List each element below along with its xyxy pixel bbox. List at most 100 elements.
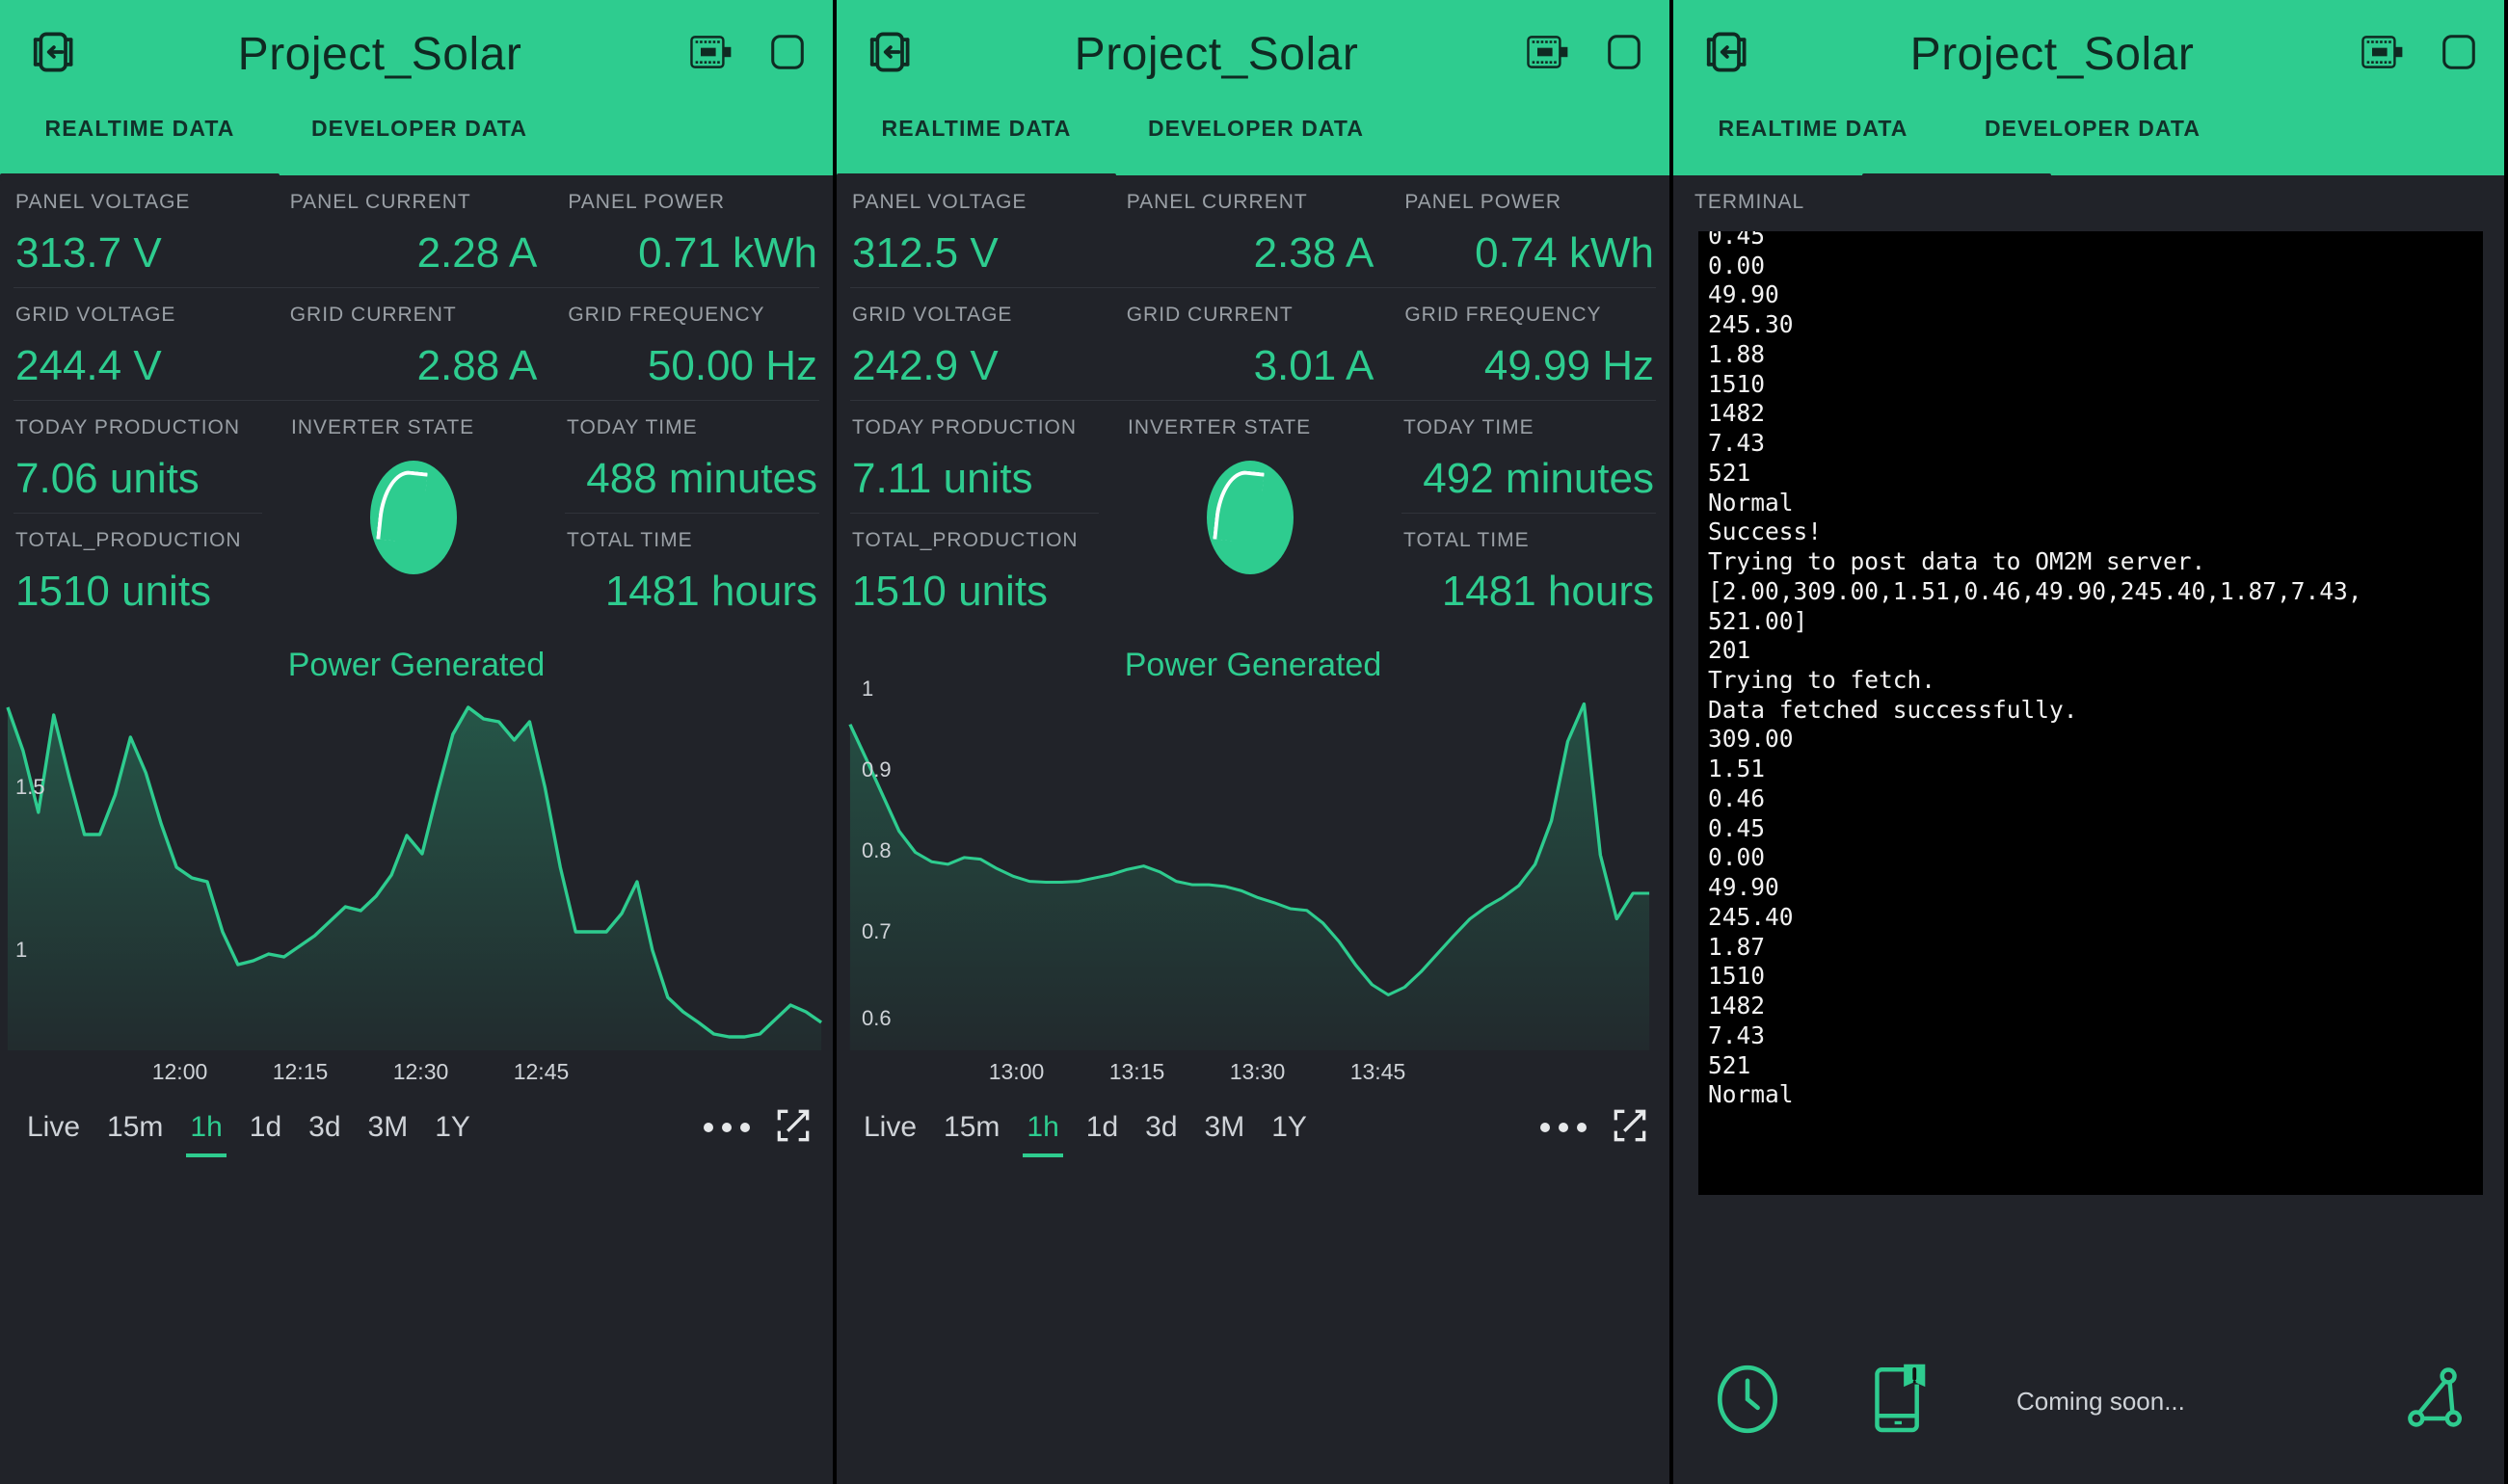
chart-area-1[interactable]: 1.5 1 [0, 692, 833, 1050]
inverter-right-col: TODAY TIME 488 minutes TOTAL TIME 1481 h… [551, 401, 833, 625]
app-bar-1: Project_Solar REALTIME DATA DEVELOPER DA… [0, 0, 833, 181]
metric-label: GRID VOLTAGE [852, 304, 1013, 326]
metric-label: PANEL VOLTAGE [15, 191, 191, 213]
metric-row: GRID VOLTAGE 242.9 V GRID CURRENT 3.01 A… [837, 288, 1669, 400]
chart-area-2[interactable]: 1 0.9 0.8 0.7 0.6 [837, 676, 1669, 1050]
metric-inverter-state: INVERTER STATE [1112, 401, 1388, 625]
terminal-output[interactable]: 0.45 0.00 49.90 245.30 1.88 1510 1482 7.… [1698, 231, 2483, 1195]
range-selector-2: Live 15m 1h 1d 3d 3M 1Y [837, 1093, 1669, 1162]
metric-panel-current: PANEL CURRENT 2.28 A [275, 175, 553, 287]
circuit-board-icon[interactable] [688, 31, 738, 78]
exit-app-icon[interactable] [25, 25, 79, 84]
metric-value: 242.9 V [852, 342, 999, 389]
rounded-square-icon[interactable] [1604, 30, 1644, 79]
metric-grid-current: GRID CURRENT 3.01 A [1111, 288, 1390, 400]
metric-panel-power: PANEL POWER 0.71 kWh [552, 175, 833, 287]
metric-value: 50.00 Hz [647, 342, 817, 389]
chart-ytick: 0.8 [862, 838, 892, 862]
exit-app-icon[interactable] [862, 25, 916, 84]
chart-ytick: 0.6 [862, 1006, 892, 1030]
open-external-icon[interactable] [1608, 1104, 1652, 1152]
range-1h[interactable]: 1h [176, 1111, 235, 1157]
range-3d[interactable]: 3d [1132, 1111, 1190, 1144]
metric-value: 312.5 V [852, 229, 999, 277]
tab-developer-data[interactable]: DEVELOPER DATA [1953, 108, 2232, 142]
range-1Y[interactable]: 1Y [1258, 1111, 1321, 1144]
chart-xtick: 12:30 [392, 1058, 449, 1084]
metric-total-time: TOTAL TIME 1481 hours [551, 514, 833, 625]
more-options-icon[interactable] [682, 1123, 771, 1132]
open-external-icon[interactable] [771, 1104, 815, 1152]
metric-value: 1481 hours [1441, 568, 1654, 615]
metric-value: 2.28 A [416, 229, 538, 277]
metric-label: TOTAL TIME [1403, 529, 1530, 551]
metric-row: PANEL VOLTAGE 313.7 V PANEL CURRENT 2.28… [0, 175, 833, 287]
metric-grid-frequency: GRID FREQUENCY 49.99 Hz [1389, 288, 1669, 400]
chart-xaxis-1: 12:00 12:15 12:30 12:45 [0, 1050, 833, 1093]
chart-xtick: 13:15 [1108, 1058, 1165, 1084]
tab-realtime-data[interactable]: REALTIME DATA [0, 108, 280, 142]
rounded-square-icon[interactable] [2439, 30, 2479, 79]
panel-developer: Project_Solar REALTIME DATA DEVELOPER DA… [1673, 0, 2504, 1484]
metric-total-production: TOTAL_PRODUCTION 1510 units [0, 514, 276, 625]
chart-xtick: 12:00 [151, 1058, 208, 1084]
metric-label: TODAY TIME [567, 416, 698, 438]
circuit-board-icon[interactable] [2360, 31, 2410, 78]
metric-value: 1481 hours [604, 568, 817, 615]
tab-bar-3: REALTIME DATA DEVELOPER DATA [1673, 108, 2504, 181]
metric-label: TOTAL_PRODUCTION [15, 529, 242, 551]
tab-bar-1: REALTIME DATA DEVELOPER DATA [0, 108, 833, 181]
tab-developer-data[interactable]: DEVELOPER DATA [280, 108, 559, 142]
share-network-icon[interactable] [2398, 1361, 2469, 1443]
tab-realtime-data[interactable]: REALTIME DATA [837, 108, 1116, 142]
metric-grid-voltage: GRID VOLTAGE 242.9 V [837, 288, 1111, 400]
metric-today-time: TODAY TIME 488 minutes [551, 401, 833, 513]
metric-panel-voltage: PANEL VOLTAGE 313.7 V [0, 175, 275, 287]
range-live[interactable]: Live [13, 1111, 93, 1144]
metric-grid-current: GRID CURRENT 2.88 A [275, 288, 553, 400]
chart-xtick: 12:15 [272, 1058, 329, 1084]
metric-panel-voltage: PANEL VOLTAGE 312.5 V [837, 175, 1111, 287]
metric-value: 1510 units [15, 568, 212, 615]
rounded-square-icon[interactable] [767, 30, 808, 79]
chart-ytick: 0.7 [862, 919, 892, 943]
tab-bar-2: REALTIME DATA DEVELOPER DATA [837, 108, 1669, 181]
metric-row-inverter: TODAY PRODUCTION 7.06 units TOTAL_PRODUC… [0, 401, 833, 625]
range-15m[interactable]: 15m [930, 1111, 1013, 1144]
range-selector-1: Live 15m 1h 1d 3d 3M 1Y [0, 1093, 833, 1162]
range-1d[interactable]: 1d [236, 1111, 295, 1144]
chart-title-1: Power Generated [287, 647, 546, 683]
metric-today-production: TODAY PRODUCTION 7.11 units [837, 401, 1112, 513]
range-1d[interactable]: 1d [1073, 1111, 1132, 1144]
metric-value: 2.38 A [1253, 229, 1374, 277]
metric-grid-1: PANEL VOLTAGE 313.7 V PANEL CURRENT 2.28… [0, 175, 833, 625]
clock-icon[interactable] [1708, 1360, 1787, 1444]
chart-ytick: 1.5 [15, 775, 45, 799]
metric-label: PANEL VOLTAGE [852, 191, 1027, 213]
metric-value: 7.06 units [15, 455, 200, 502]
exit-app-icon[interactable] [1698, 25, 1752, 84]
metric-row-inverter: TODAY PRODUCTION 7.11 units TOTAL_PRODUC… [837, 401, 1669, 625]
metric-value: 3.01 A [1253, 342, 1374, 389]
range-1h[interactable]: 1h [1013, 1111, 1072, 1157]
range-15m[interactable]: 15m [93, 1111, 176, 1144]
metric-row: GRID VOLTAGE 244.4 V GRID CURRENT 2.88 A… [0, 288, 833, 400]
coming-soon-label: Coming soon... [2016, 1386, 2185, 1416]
metric-label: GRID FREQUENCY [568, 304, 765, 326]
range-3d[interactable]: 3d [295, 1111, 354, 1144]
circuit-board-icon[interactable] [1525, 31, 1575, 78]
phone-alert-icon[interactable] [1862, 1361, 1934, 1443]
tab-developer-data[interactable]: DEVELOPER DATA [1116, 108, 1396, 142]
tab-realtime-data[interactable]: REALTIME DATA [1673, 108, 1953, 142]
range-3M[interactable]: 3M [355, 1111, 422, 1144]
metric-label: TOTAL TIME [567, 529, 693, 551]
inverter-right-col: TODAY TIME 492 minutes TOTAL TIME 1481 h… [1388, 401, 1669, 625]
range-live[interactable]: Live [850, 1111, 930, 1144]
chart-ytick: 1 [862, 676, 874, 701]
more-options-icon[interactable] [1519, 1123, 1608, 1132]
chart-xaxis-2: 13:00 13:15 13:30 13:45 [837, 1050, 1669, 1093]
range-3M[interactable]: 3M [1191, 1111, 1259, 1144]
metric-label: GRID CURRENT [1126, 304, 1294, 326]
range-1Y[interactable]: 1Y [421, 1111, 484, 1144]
terminal-label: TERMINAL [1694, 191, 1805, 213]
